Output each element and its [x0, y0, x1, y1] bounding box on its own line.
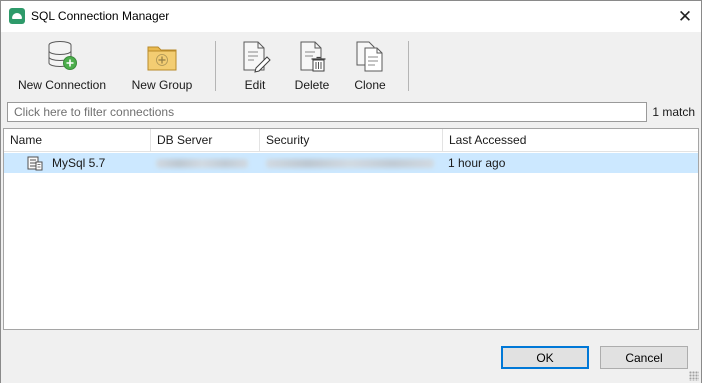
connection-manager-icon: [9, 8, 25, 24]
window-title: SQL Connection Manager: [31, 9, 170, 23]
title-bar: SQL Connection Manager ✕: [1, 1, 701, 32]
redacted-security: [266, 159, 434, 168]
mysql-connection-icon: [27, 155, 43, 171]
document-edit-icon: [238, 39, 272, 73]
folder-add-icon: [145, 39, 179, 73]
connection-name: MySql 5.7: [52, 156, 106, 170]
edit-label: Edit: [244, 78, 266, 92]
close-icon[interactable]: ✕: [669, 1, 701, 32]
column-header-db-server[interactable]: DB Server: [151, 129, 260, 152]
redacted-db-server: [156, 159, 248, 168]
connection-last-accessed: 1 hour ago: [448, 156, 506, 170]
list-header: Name DB Server Security Last Accessed: [4, 129, 698, 152]
connection-manager-window: SQL Connection Manager ✕ New Connection: [0, 0, 702, 383]
document-delete-icon: [295, 39, 329, 73]
column-header-last-accessed[interactable]: Last Accessed: [443, 129, 698, 152]
column-header-security[interactable]: Security: [260, 129, 443, 152]
toolbar-separator: [215, 41, 216, 91]
toolbar-separator: [408, 41, 409, 91]
connections-list: Name DB Server Security Last Accessed My…: [3, 128, 699, 330]
new-group-label: New Group: [131, 78, 193, 92]
edit-button[interactable]: Edit: [237, 39, 273, 95]
new-group-button[interactable]: New Group: [128, 39, 196, 95]
delete-button[interactable]: Delete: [291, 39, 333, 95]
toolbar: New Connection New Group Edit Delete Clo…: [1, 32, 701, 98]
clone-button[interactable]: Clone: [351, 39, 389, 95]
cancel-button[interactable]: Cancel: [600, 346, 688, 369]
new-connection-label: New Connection: [17, 78, 107, 92]
filter-input[interactable]: [7, 102, 647, 122]
ok-button[interactable]: OK: [501, 346, 589, 369]
document-clone-icon: [353, 39, 387, 73]
resize-grip-icon[interactable]: [689, 371, 699, 381]
match-count: 1 match: [652, 105, 695, 119]
table-row[interactable]: MySql 5.7 1 hour ago: [4, 153, 698, 173]
new-connection-button[interactable]: New Connection: [15, 39, 109, 95]
clone-label: Clone: [354, 78, 386, 92]
filter-bar: 1 match: [1, 98, 701, 126]
database-add-icon: [45, 39, 79, 73]
column-header-name[interactable]: Name: [4, 129, 151, 152]
dialog-footer: OK Cancel: [1, 331, 701, 383]
delete-label: Delete: [294, 78, 330, 92]
